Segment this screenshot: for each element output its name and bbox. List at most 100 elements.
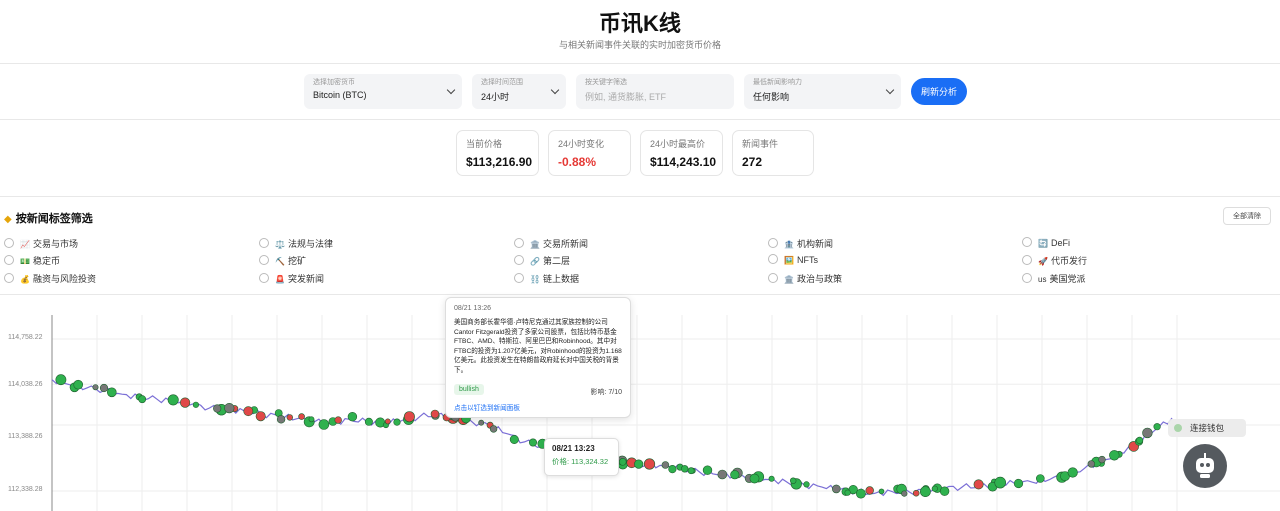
news-marker[interactable] <box>865 486 874 495</box>
news-marker[interactable] <box>528 438 537 447</box>
news-marker[interactable] <box>478 419 485 426</box>
news-marker[interactable] <box>286 414 293 421</box>
tag-checkbox[interactable] <box>4 255 14 265</box>
news-marker[interactable] <box>901 490 908 497</box>
tag-filter-item[interactable]: 🏦 机构新闻 <box>768 237 833 250</box>
refresh-button[interactable]: 刷新分析 <box>911 78 967 105</box>
tag-checkbox[interactable] <box>768 254 778 264</box>
news-marker[interactable] <box>844 489 851 496</box>
tag-checkbox[interactable] <box>4 273 14 283</box>
pin-news-link[interactable]: 点击以钉选到新闻面板 <box>454 402 520 412</box>
tag-checkbox[interactable] <box>259 238 269 248</box>
tag-filter-item[interactable]: 💵 稳定币 <box>4 254 60 267</box>
tag-filter-item[interactable]: 🖼️ NFTs <box>768 254 818 265</box>
news-marker[interactable] <box>920 486 931 497</box>
news-marker[interactable] <box>994 476 1007 489</box>
tag-filter-item[interactable]: 🔄 DeFi <box>1022 237 1070 248</box>
tag-checkbox[interactable] <box>4 238 14 248</box>
news-marker[interactable] <box>430 409 440 419</box>
news-marker[interactable] <box>1153 423 1161 431</box>
news-marker[interactable] <box>661 461 670 469</box>
news-marker[interactable] <box>717 469 728 480</box>
tag-filter-item[interactable]: ⛓️ 链上数据 <box>514 272 579 285</box>
news-tooltip[interactable]: 08/21 13:26 美国商务部长霍华德·卢特尼克通过其家族控制的公司Cant… <box>445 297 631 418</box>
impact-select[interactable]: 最低新闻影响力 任何影响 <box>744 74 901 109</box>
tag-filter-item[interactable]: 🚨 突发新闻 <box>259 272 324 285</box>
clear-all-button[interactable]: 全部清除 <box>1223 207 1271 225</box>
assistant-bot-button[interactable] <box>1183 444 1227 488</box>
connect-wallet-button[interactable]: 连接钱包 <box>1168 419 1246 437</box>
news-marker[interactable] <box>99 383 109 393</box>
news-marker[interactable] <box>1067 467 1078 478</box>
news-marker[interactable] <box>509 435 519 445</box>
news-marker[interactable] <box>768 475 775 482</box>
news-marker[interactable] <box>643 458 656 470</box>
news-marker[interactable] <box>308 416 315 423</box>
news-marker[interactable] <box>856 488 866 499</box>
timerange-select[interactable]: 选择时间范围 24小时 <box>472 74 566 109</box>
tag-checkbox[interactable] <box>514 255 524 265</box>
news-marker[interactable] <box>702 465 713 475</box>
news-marker[interactable] <box>680 465 689 473</box>
news-marker[interactable] <box>107 387 117 398</box>
tag-checkbox[interactable] <box>768 238 778 248</box>
news-marker[interactable] <box>298 413 305 420</box>
news-marker[interactable] <box>384 418 391 425</box>
news-marker[interactable] <box>618 458 627 466</box>
news-marker[interactable] <box>1087 460 1096 468</box>
news-marker[interactable] <box>55 374 67 386</box>
tag-filter-item[interactable]: us 美国党派 <box>1022 272 1085 285</box>
tag-checkbox[interactable] <box>514 238 524 248</box>
news-marker[interactable] <box>803 481 810 488</box>
tag-checkbox[interactable] <box>1022 273 1032 283</box>
news-marker[interactable] <box>180 397 191 408</box>
tag-checkbox[interactable] <box>514 273 524 283</box>
news-marker[interactable] <box>255 411 266 422</box>
news-marker[interactable] <box>831 484 841 494</box>
news-marker[interactable] <box>224 402 235 414</box>
tag-filter-item[interactable]: 🏛️ 政治与政策 <box>768 272 842 285</box>
news-marker[interactable] <box>213 404 222 413</box>
news-marker[interactable] <box>318 419 330 430</box>
news-marker[interactable] <box>489 425 498 433</box>
news-marker[interactable] <box>687 467 695 475</box>
currency-select[interactable]: 选择加密货币 Bitcoin (BTC) <box>304 74 462 109</box>
tag-checkbox[interactable] <box>1022 255 1032 265</box>
price-chart[interactable]: 114,758.22 114,038.26 113,388.26 112,338… <box>0 295 1280 511</box>
tag-filter-item[interactable]: ⚖️ 法规与法律 <box>259 237 333 250</box>
news-marker[interactable] <box>1109 450 1120 461</box>
news-marker[interactable] <box>1013 478 1024 489</box>
news-marker[interactable] <box>347 411 358 422</box>
tag-filter-item[interactable]: 🏛️ 交易所新闻 <box>514 237 588 250</box>
news-marker[interactable] <box>912 489 920 497</box>
news-marker[interactable] <box>749 473 760 484</box>
news-marker[interactable] <box>730 470 740 480</box>
news-marker[interactable] <box>931 485 938 492</box>
news-marker[interactable] <box>403 411 415 423</box>
news-marker[interactable] <box>243 406 254 417</box>
tag-checkbox[interactable] <box>259 273 269 283</box>
news-marker[interactable] <box>276 415 286 424</box>
news-marker[interactable] <box>668 465 677 474</box>
news-marker[interactable] <box>393 418 401 426</box>
tag-checkbox[interactable] <box>1022 237 1032 247</box>
tag-filter-item[interactable]: 🔗 第二层 <box>514 254 570 267</box>
news-marker[interactable] <box>878 488 885 495</box>
keyword-filter-input[interactable]: 按关键字筛选 例如, 通货膨胀, ETF <box>576 74 734 109</box>
news-marker[interactable] <box>334 416 342 424</box>
news-marker[interactable] <box>973 479 984 490</box>
tag-filter-item[interactable]: 💰 融资与风险投资 <box>4 272 96 285</box>
price-chart-svg[interactable] <box>0 295 1280 511</box>
news-marker[interactable] <box>634 459 644 469</box>
news-marker[interactable] <box>939 486 950 496</box>
news-marker[interactable] <box>92 384 99 391</box>
news-marker[interactable] <box>138 395 147 404</box>
news-marker[interactable] <box>192 401 199 408</box>
news-marker[interactable] <box>1142 427 1153 439</box>
tag-checkbox[interactable] <box>768 273 778 283</box>
news-marker[interactable] <box>364 417 373 426</box>
news-marker[interactable] <box>1135 436 1144 444</box>
tag-filter-item[interactable]: ⛏️ 挖矿 <box>259 254 306 267</box>
news-marker[interactable] <box>1036 474 1045 483</box>
tag-checkbox[interactable] <box>259 255 269 265</box>
